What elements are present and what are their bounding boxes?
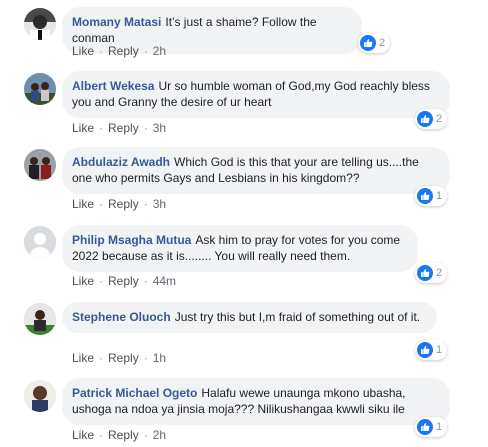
reaction-count: 1: [436, 190, 443, 202]
like-icon: [417, 188, 433, 204]
comment-author[interactable]: Momany Matasi: [72, 15, 161, 29]
comment-author[interactable]: Patrick Michael Ogeto: [72, 386, 197, 400]
separator: ·: [143, 44, 148, 58]
reply-link[interactable]: Reply: [108, 351, 139, 365]
comment-bubble: Philip Msagha Mutua Ask him to pray for v…: [62, 225, 418, 272]
comment-bubble: Stephene Oluoch Just try this but I,m fra…: [62, 302, 437, 333]
avatar[interactable]: [24, 380, 56, 412]
reply-link[interactable]: Reply: [108, 121, 139, 135]
avatar[interactable]: [24, 73, 56, 105]
reaction-count: 2: [436, 113, 443, 125]
comments-list: Momany Matasi It’s just a shame? Follow t…: [0, 0, 488, 447]
avatar[interactable]: [24, 303, 56, 335]
reply-link[interactable]: Reply: [108, 197, 139, 211]
comment-actions: Like · Reply · 3h: [72, 121, 166, 135]
comment-bubble: Albert Wekesa Ur so humble woman of God,m…: [62, 71, 450, 118]
reply-link[interactable]: Reply: [108, 274, 139, 288]
comment-author[interactable]: Stephene Oluoch: [72, 310, 171, 324]
separator: ·: [143, 428, 148, 442]
separator: ·: [143, 351, 148, 365]
comment-timestamp[interactable]: 1h: [153, 351, 166, 365]
separator: ·: [99, 121, 104, 135]
reaction-count-badge[interactable]: 1: [415, 340, 448, 360]
avatar[interactable]: [24, 149, 56, 181]
reaction-count: 2: [379, 37, 386, 49]
like-icon: [417, 419, 433, 435]
comment-bubble: Patrick Michael Ogeto Halafu wewe unaunga…: [62, 378, 450, 425]
reaction-count: 1: [436, 344, 443, 356]
comment-timestamp[interactable]: 2h: [153, 428, 166, 442]
comment-author[interactable]: Abdulaziz Awadh: [72, 155, 170, 169]
separator: ·: [99, 44, 104, 58]
separator: ·: [99, 428, 104, 442]
like-link[interactable]: Like: [72, 121, 94, 135]
comment-timestamp[interactable]: 3h: [153, 121, 166, 135]
like-link[interactable]: Like: [72, 44, 94, 58]
like-link[interactable]: Like: [72, 274, 94, 288]
comment-actions: Like · Reply · 1h: [72, 351, 166, 365]
comment-timestamp[interactable]: 44m: [153, 274, 176, 288]
comment-actions: Like · Reply · 44m: [72, 274, 176, 288]
separator: ·: [143, 197, 148, 211]
avatar[interactable]: [24, 8, 56, 40]
reaction-count-badge[interactable]: 2: [415, 109, 448, 129]
comment-author[interactable]: Philip Msagha Mutua: [72, 233, 191, 247]
avatar[interactable]: [24, 226, 56, 258]
comment-text: Just try this but I,m fraid of something…: [174, 310, 421, 324]
like-icon: [417, 342, 433, 358]
reaction-count-badge[interactable]: 2: [358, 33, 391, 53]
reaction-count-badge[interactable]: 1: [415, 186, 448, 206]
separator: ·: [99, 351, 104, 365]
comment-actions: Like · Reply · 3h: [72, 197, 166, 211]
comment-timestamp[interactable]: 3h: [153, 197, 166, 211]
like-link[interactable]: Like: [72, 428, 94, 442]
reaction-count: 2: [436, 267, 443, 279]
reaction-count-badge[interactable]: 1: [415, 417, 448, 437]
separator: ·: [99, 197, 104, 211]
separator: ·: [143, 274, 148, 288]
comment-actions: Like · Reply · 2h: [72, 44, 166, 58]
comment-bubble: Abdulaziz Awadh Which God is this that yo…: [62, 147, 450, 194]
comment-actions: Like · Reply · 2h: [72, 428, 166, 442]
separator: ·: [99, 274, 104, 288]
comment-timestamp[interactable]: 2h: [153, 44, 166, 58]
comment-author[interactable]: Albert Wekesa: [72, 79, 154, 93]
like-link[interactable]: Like: [72, 197, 94, 211]
reaction-count-badge[interactable]: 2: [415, 263, 448, 283]
reaction-count: 1: [436, 421, 443, 433]
like-icon: [417, 265, 433, 281]
reply-link[interactable]: Reply: [108, 44, 139, 58]
like-icon: [417, 111, 433, 127]
like-icon: [360, 35, 376, 51]
separator: ·: [143, 121, 148, 135]
like-link[interactable]: Like: [72, 351, 94, 365]
reply-link[interactable]: Reply: [108, 428, 139, 442]
